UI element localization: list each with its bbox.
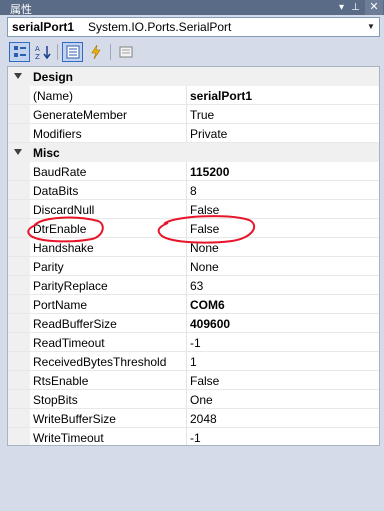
property-value[interactable]: serialPort1	[190, 89, 252, 103]
categorized-icon[interactable]	[9, 42, 30, 62]
column-divider[interactable]	[186, 428, 187, 445]
property-value[interactable]: 115200	[190, 165, 229, 179]
category-misc[interactable]: Misc	[8, 143, 379, 162]
property-row[interactable]: RtsEnable False	[8, 371, 379, 390]
property-name: ReceivedBytesThreshold	[33, 355, 167, 369]
pin-icon[interactable]: ⊥	[348, 0, 363, 15]
property-value[interactable]: -1	[190, 431, 201, 445]
toolbar-separator	[110, 44, 111, 60]
column-divider[interactable]	[186, 181, 187, 200]
column-divider[interactable]	[186, 295, 187, 314]
property-name: RtsEnable	[33, 374, 89, 388]
property-value[interactable]: Private	[190, 127, 227, 141]
property-row[interactable]: ParityReplace 63	[8, 276, 379, 295]
column-divider[interactable]	[186, 86, 187, 105]
property-value[interactable]: 8	[190, 184, 197, 198]
property-value[interactable]: One	[190, 393, 213, 407]
properties-toolbar: A Z	[7, 40, 380, 64]
property-value[interactable]: 1	[190, 355, 197, 369]
property-row[interactable]: (Name) serialPort1	[8, 86, 379, 105]
collapse-icon[interactable]	[14, 73, 22, 79]
property-name: WriteBufferSize	[33, 412, 116, 426]
property-name: Parity	[33, 260, 64, 274]
property-name: WriteTimeout	[33, 431, 104, 445]
property-value[interactable]: False	[190, 374, 219, 388]
property-value[interactable]: None	[190, 241, 219, 255]
column-divider[interactable]	[186, 314, 187, 333]
svg-text:A: A	[35, 45, 40, 53]
collapse-icon[interactable]	[14, 149, 22, 155]
property-value[interactable]: 63	[190, 279, 203, 293]
column-divider[interactable]	[186, 219, 187, 238]
property-value[interactable]: -1	[190, 336, 201, 350]
property-row[interactable]: ReadTimeout -1	[8, 333, 379, 352]
property-row[interactable]: StopBits One	[8, 390, 379, 409]
column-divider[interactable]	[186, 162, 187, 181]
property-grid: Design (Name) serialPort1 GenerateMember…	[7, 66, 380, 446]
property-name: (Name)	[33, 89, 74, 103]
column-divider[interactable]	[186, 371, 187, 390]
column-divider[interactable]	[186, 124, 187, 143]
property-row[interactable]: Parity None	[8, 257, 379, 276]
property-name: DataBits	[33, 184, 79, 198]
property-value[interactable]: True	[190, 108, 214, 122]
property-row[interactable]: PortName COM6	[8, 295, 379, 314]
property-row[interactable]: BaudRate 115200	[8, 162, 379, 181]
property-row[interactable]: DiscardNull False	[8, 200, 379, 219]
category-design[interactable]: Design	[8, 67, 379, 86]
alphabetical-icon[interactable]: A Z	[32, 42, 53, 62]
property-row[interactable]: ReadBufferSize 409600	[8, 314, 379, 333]
properties-icon[interactable]	[62, 42, 83, 62]
property-row[interactable]: WriteBufferSize 2048	[8, 409, 379, 428]
column-divider[interactable]	[186, 257, 187, 276]
column-divider[interactable]	[186, 200, 187, 219]
column-divider[interactable]	[186, 276, 187, 295]
dropdown-icon[interactable]: ▾	[334, 0, 349, 15]
property-name: GenerateMember	[33, 108, 128, 122]
column-divider[interactable]	[186, 105, 187, 124]
property-row[interactable]: Modifiers Private	[8, 124, 379, 143]
property-name: PortName	[33, 298, 88, 312]
property-name: DiscardNull	[33, 203, 95, 217]
object-type: System.IO.Ports.SerialPort	[88, 20, 232, 34]
property-name: BaudRate	[33, 165, 87, 179]
property-value[interactable]: COM6	[190, 298, 225, 312]
property-value[interactable]: False	[190, 203, 219, 217]
events-icon[interactable]	[85, 42, 106, 62]
property-name: ParityReplace	[33, 279, 108, 293]
column-divider[interactable]	[186, 409, 187, 428]
object-name: serialPort1	[12, 20, 75, 34]
property-name: Modifiers	[33, 127, 82, 141]
property-name: ReadTimeout	[33, 336, 105, 350]
window-titlebar: 属性 ▾ ⊥ ✕	[0, 0, 384, 16]
toolbar-separator	[57, 44, 58, 60]
property-row[interactable]: ReceivedBytesThreshold 1	[8, 352, 379, 371]
svg-text:Z: Z	[35, 53, 40, 60]
property-row[interactable]: Handshake None	[8, 238, 379, 257]
category-label: Misc	[33, 146, 60, 160]
chevron-down-icon[interactable]: ▼	[363, 18, 379, 36]
property-value[interactable]: 2048	[190, 412, 217, 426]
property-name: StopBits	[33, 393, 78, 407]
property-value[interactable]: 409600	[190, 317, 230, 331]
column-divider[interactable]	[186, 390, 187, 409]
column-divider[interactable]	[186, 333, 187, 352]
description-pane	[7, 450, 380, 506]
column-divider[interactable]	[186, 238, 187, 257]
property-row[interactable]: GenerateMember True	[8, 105, 379, 124]
property-row-dtrenable[interactable]: DtrEnable False	[8, 219, 379, 238]
property-row[interactable]: WriteTimeout -1	[8, 428, 379, 445]
property-value[interactable]: False	[190, 222, 219, 236]
category-label: Design	[33, 70, 74, 84]
property-pages-icon[interactable]	[115, 42, 136, 62]
object-selector[interactable]: serialPort1 System.IO.Ports.SerialPort ▼	[7, 17, 380, 37]
property-row[interactable]: DataBits 8	[8, 181, 379, 200]
property-name: DtrEnable	[33, 222, 87, 236]
column-divider[interactable]	[186, 352, 187, 371]
property-name: Handshake	[33, 241, 94, 255]
close-icon[interactable]: ✕	[365, 0, 383, 15]
property-name: ReadBufferSize	[33, 317, 117, 331]
property-value[interactable]: None	[190, 260, 219, 274]
